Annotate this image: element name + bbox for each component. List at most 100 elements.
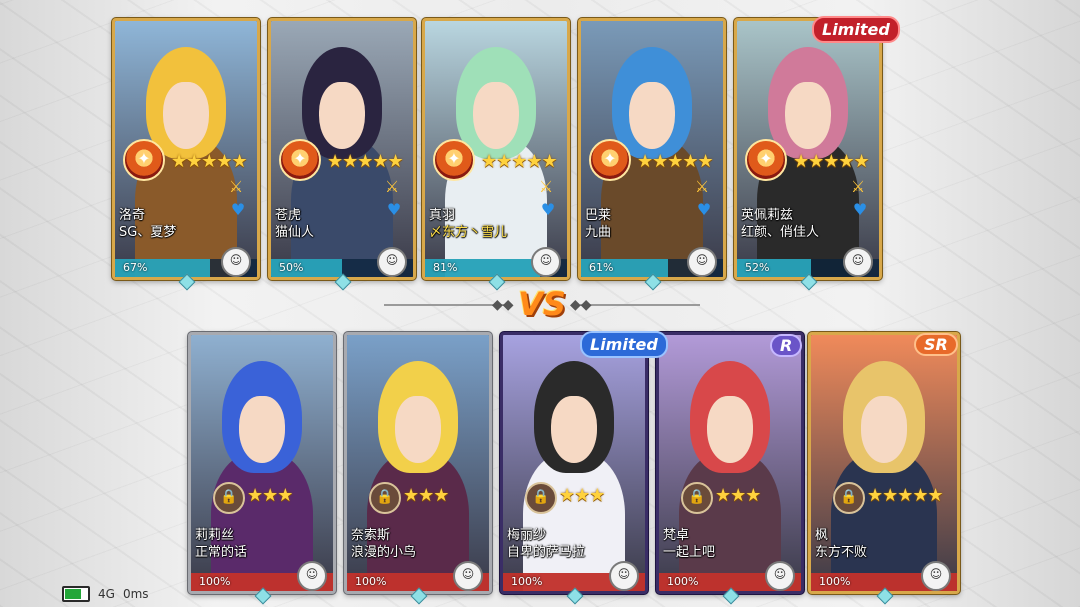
player-name: 东方不败 <box>815 545 868 560</box>
hero-face <box>551 396 597 463</box>
star-rating: ★★★ <box>559 484 605 506</box>
progress-label: 100% <box>199 575 231 588</box>
top-hero-card[interactable]: ✦ ★★★★★ ⚔ ♥ 真羽〆东方丶雪儿 81% ☺ <box>422 18 570 280</box>
heart-guard-icon: ♥ <box>230 199 246 219</box>
lock-icon: 🔒 <box>213 481 245 514</box>
top-hero-card[interactable]: ✦ ★★★★★ ⚔ ♥ 洛奇 SG、夏梦 67% ☺ <box>112 18 260 280</box>
rarity-sr-tag: SR <box>914 333 958 356</box>
sword-icon: ⚔ <box>850 176 866 196</box>
player-name: 猫仙人 <box>275 225 315 240</box>
lock-icon: 🔒 <box>369 481 401 514</box>
flame-rank-badge-icon: ✦ <box>433 138 475 181</box>
player-name: SG、夏梦 <box>119 225 177 240</box>
stance-face-icon: ☺ <box>453 561 483 591</box>
hero-name-block: 苍虎 猫仙人 <box>275 207 314 241</box>
arrow-right-icon: ◆◆ <box>570 297 592 313</box>
sword-icon: ⚔ <box>694 176 710 196</box>
star-rating: ★★★★★ <box>171 150 248 172</box>
arrow-left-icon: ◆◆ <box>492 297 514 313</box>
bottom-hero-card[interactable]: 🔒 ★★★ 莉莉丝 正常的话 100% ☺ <box>188 332 336 594</box>
stance-face-icon: ☺ <box>377 247 407 277</box>
star-rating: ★★★★★ <box>867 484 944 506</box>
lock-icon: 🔒 <box>525 481 557 514</box>
vs-divider-left <box>384 304 504 306</box>
heart-guard-icon: ♥ <box>540 199 556 219</box>
progress-label: 67% <box>123 261 148 274</box>
rarity-r-tag: R <box>770 334 803 357</box>
stance-face-icon: ☺ <box>531 247 561 277</box>
flame-rank-badge-icon: ✦ <box>745 138 787 181</box>
hero-name: 苍虎 <box>275 208 302 223</box>
flame-rank-badge-icon: ✦ <box>279 138 321 181</box>
progress-label: 100% <box>819 575 851 588</box>
vs-divider-right <box>580 304 700 306</box>
heart-guard-icon: ♥ <box>696 199 712 219</box>
player-name: 〆东方丶雪儿 <box>429 225 508 240</box>
hero-face <box>163 82 209 149</box>
hero-name-block: 梵卓 一起上吧 <box>663 527 715 561</box>
progress-label: 81% <box>433 261 458 274</box>
player-name: 浪漫的小鸟 <box>351 545 417 560</box>
hero-name: 枫 <box>815 528 829 543</box>
top-hero-card[interactable]: ✦ ★★★★★ ⚔ ♥ 苍虎 猫仙人 50% ☺ <box>268 18 416 280</box>
progress-label: 50% <box>279 261 304 274</box>
flame-rank-badge-icon: ✦ <box>123 138 165 181</box>
progress-label: 61% <box>589 261 614 274</box>
hero-name-block: 奈索斯 浪漫的小鸟 <box>351 527 416 561</box>
lock-icon: 🔒 <box>833 481 865 514</box>
ping-label: 0ms <box>122 587 149 601</box>
battery-level <box>65 589 81 599</box>
network-label: 4G <box>98 587 115 601</box>
bottom-hero-card[interactable]: 🔒 ★★★ 奈索斯 浪漫的小鸟 100% ☺ <box>344 332 492 594</box>
hero-name-block: 梅丽纱 自卑的萨马拉 <box>507 527 585 561</box>
hero-name: 巴莱 <box>585 208 612 223</box>
hero-name-block: 真羽 〆东方丶雪儿 <box>429 207 507 241</box>
hero-name: 梵卓 <box>663 528 690 543</box>
sword-icon: ⚔ <box>384 176 400 196</box>
limited-tag-bottom: Limited <box>580 331 668 358</box>
hero-name: 洛奇 <box>119 208 146 223</box>
vs-label: VS <box>518 285 566 323</box>
hero-face <box>629 82 675 149</box>
player-name: 红颜、俏佳人 <box>741 225 820 240</box>
stance-face-icon: ☺ <box>843 247 873 277</box>
bottom-hero-card[interactable]: 🔒 ★★★ 梅丽纱 自卑的萨马拉 100% ☺ <box>500 332 648 594</box>
hero-name-block: 莉莉丝 正常的话 <box>195 527 247 561</box>
bottom-hero-card[interactable]: 🔒 ★★★★★ 枫东方不败 100% ☺ <box>808 332 960 594</box>
lock-icon: 🔒 <box>681 481 713 514</box>
progress-label: 100% <box>667 575 699 588</box>
star-rating: ★★★ <box>715 484 761 506</box>
star-rating: ★★★★★ <box>637 150 714 172</box>
hero-face <box>860 396 908 463</box>
hero-face <box>239 396 285 463</box>
stance-face-icon: ☺ <box>221 247 251 277</box>
top-hero-card[interactable]: ✦ ★★★★★ ⚔ ♥ 巴莱 九曲 61% ☺ <box>578 18 726 280</box>
star-rating: ★★★★★ <box>793 150 870 172</box>
player-name: 九曲 <box>585 225 612 240</box>
stance-face-icon: ☺ <box>687 247 717 277</box>
limited-tag-top: Limited <box>812 16 900 43</box>
hero-name: 梅丽纱 <box>507 528 547 543</box>
hero-face <box>707 396 753 463</box>
stance-face-icon: ☺ <box>297 561 327 591</box>
hero-name: 莉莉丝 <box>195 528 235 543</box>
sword-icon: ⚔ <box>538 176 554 196</box>
status-bar: 4G 0ms <box>62 585 149 603</box>
player-name: 自卑的萨马拉 <box>507 545 586 560</box>
hero-name: 奈索斯 <box>351 528 391 543</box>
star-rating: ★★★ <box>403 484 449 506</box>
hero-name: 真羽 <box>429 208 456 223</box>
stance-face-icon: ☺ <box>609 561 639 591</box>
hero-name-block: 英佩莉兹 红颜、俏佳人 <box>741 207 819 241</box>
hero-face <box>473 82 519 149</box>
player-name: 一起上吧 <box>663 545 716 560</box>
hero-face <box>319 82 365 149</box>
star-rating: ★★★★★ <box>481 150 558 172</box>
star-rating: ★★★★★ <box>327 150 404 172</box>
heart-guard-icon: ♥ <box>852 199 868 219</box>
bottom-hero-card[interactable]: 🔒 ★★★ 梵卓 一起上吧 100% ☺ <box>656 332 804 594</box>
hero-face <box>395 396 441 463</box>
top-hero-card[interactable]: ✦ ★★★★★ ⚔ ♥ 英佩莉兹 红颜、俏佳人 52% ☺ <box>734 18 882 280</box>
hero-name-block: 枫东方不败 <box>815 527 867 561</box>
progress-label: 52% <box>745 261 770 274</box>
